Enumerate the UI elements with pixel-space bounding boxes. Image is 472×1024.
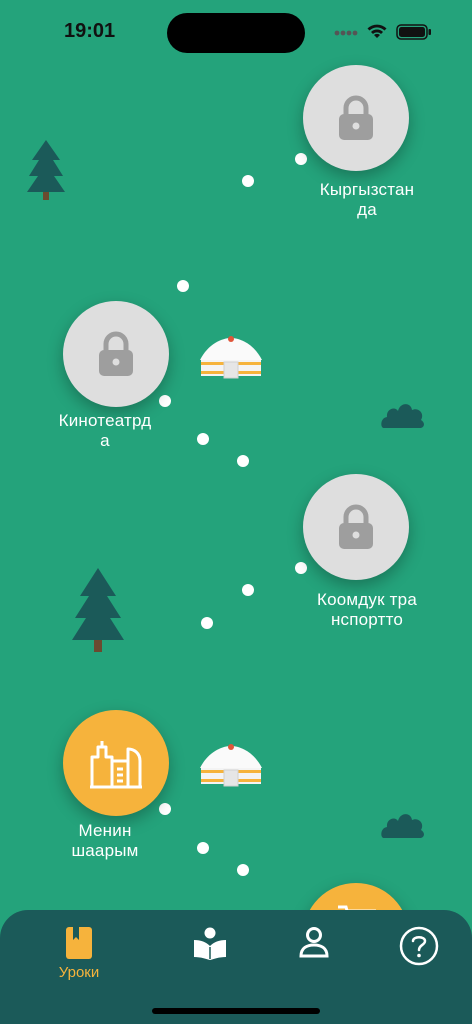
bottom-tab-bar: Уроки [0,910,472,1024]
bookmark-book-icon [66,927,92,959]
lock-icon [339,504,373,549]
lesson-node-koomduk-transportto[interactable] [303,474,409,580]
lock-icon [339,95,373,140]
lesson-title-line: а [100,431,110,450]
tab-lessons-label: Уроки [58,964,100,981]
status-time: 19:01 [64,20,116,42]
path-dot [237,455,249,467]
lesson-title-line: Кинотеатрд [58,411,152,430]
lesson-title-line: нспортто [330,610,404,629]
path-dot [237,864,249,876]
lesson-label: Менин шаарым [35,821,175,861]
lesson-title-line: Коомдук тра [317,590,417,609]
profile-icon [299,927,329,958]
help-icon [399,926,439,966]
status-bar: 19:01 [0,0,472,64]
yurt-icon [200,336,262,379]
city-icon [90,741,142,789]
lesson-label: Кинотеатрд а [35,411,175,451]
path-dot [159,803,171,815]
dynamic-island [167,13,305,53]
tab-reading[interactable] [170,926,250,986]
path-dot [197,842,209,854]
reading-person-icon [194,927,226,960]
lock-icon [99,331,133,376]
lesson-label: Коомдук тра нспортто [297,590,437,630]
battery-icon [396,24,431,40]
lesson-label: Кыргызстан да [297,180,437,220]
path-dot [177,280,189,292]
lesson-title-line: Кыргызстан [319,180,415,199]
lesson-node-menin-shaarym[interactable] [63,710,169,816]
path-dot [295,153,307,165]
bush-icon [381,404,424,428]
yurt-icon [200,744,262,787]
tab-help[interactable] [379,926,459,986]
tab-lessons[interactable]: Уроки [39,926,119,986]
path-dot [201,617,213,629]
lesson-title-line: Менин [78,821,132,840]
lesson-node-kinoteatrda[interactable] [63,301,169,407]
signal-dots-icon [334,30,358,36]
bush-icon [381,814,424,838]
path-dot [197,433,209,445]
lesson-title-line: да [357,200,377,219]
lesson-node-kyrgyzstanda[interactable] [303,65,409,171]
wifi-icon [367,24,387,38]
home-indicator [152,1008,320,1014]
path-dot [242,584,254,596]
lesson-title-line: шаарым [71,841,139,860]
pine-tree-icon [72,568,124,652]
path-dot [295,562,307,574]
path-dot [159,395,171,407]
tab-profile[interactable] [274,926,354,986]
path-dot [242,175,254,187]
pine-tree-icon [27,140,65,200]
